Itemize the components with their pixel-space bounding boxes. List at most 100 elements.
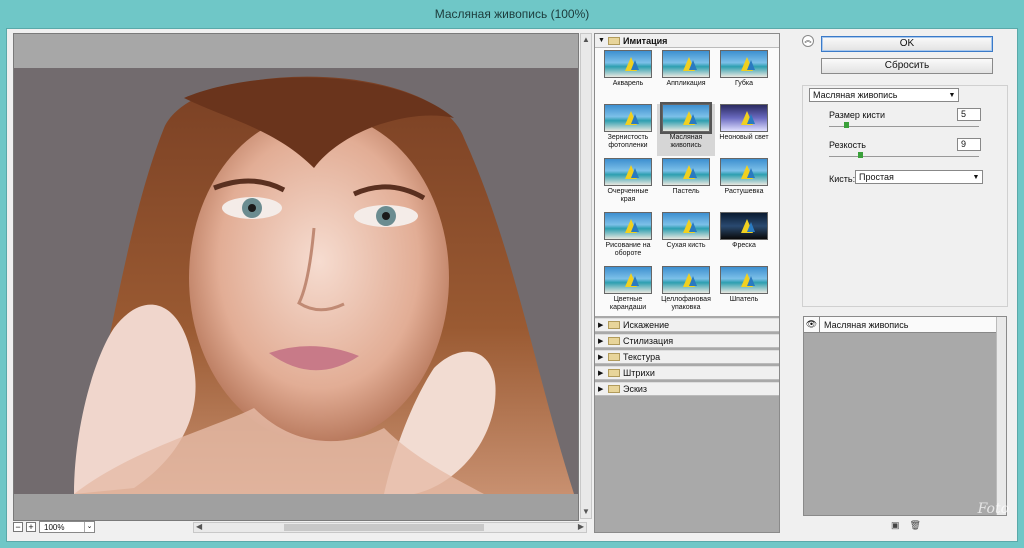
filter-select[interactable]: Масляная живопись ▼ xyxy=(809,88,959,102)
filter-thumbnail xyxy=(604,104,652,132)
preview-area[interactable] xyxy=(13,33,579,521)
collapsed-triangle-icon: ▶ xyxy=(598,338,604,345)
effect-layers-panel: 👁 Масляная живопись xyxy=(803,316,1007,516)
category-label: Стилизация xyxy=(623,336,674,346)
scroll-right-arrow-icon[interactable]: ▶ xyxy=(578,522,584,531)
sharpness-label: Резкость xyxy=(829,140,866,150)
filter-thumbnail xyxy=(720,212,768,240)
collapsed-triangle-icon: ▶ xyxy=(598,322,604,329)
folder-icon xyxy=(608,385,620,393)
filter-thumbnail xyxy=(604,266,652,294)
zoom-select[interactable]: 100% ⌄ xyxy=(39,521,95,533)
collapsed-triangle-icon: ▶ xyxy=(598,370,604,377)
preview-image xyxy=(14,68,578,494)
filter-applique[interactable]: Аппликация xyxy=(657,50,715,102)
filter-label: Пастель xyxy=(672,188,700,195)
scroll-up-arrow-icon[interactable]: ▲ xyxy=(581,34,591,46)
filter-label: Шпатель xyxy=(729,296,759,303)
filter-label: Фреска xyxy=(732,242,756,249)
filter-fresco[interactable]: Фреска xyxy=(715,212,773,264)
folder-icon xyxy=(608,337,620,345)
sharpness-slider[interactable] xyxy=(829,152,979,158)
filter-smudge[interactable]: Растушевка xyxy=(715,158,773,210)
folder-icon xyxy=(608,36,620,45)
filter-thumbnail xyxy=(662,212,710,240)
category-header-imitation[interactable]: ▼ Имитация xyxy=(595,34,779,48)
filter-pastel[interactable]: Пастель xyxy=(657,158,715,210)
double-chevron-up-icon: ︽ xyxy=(804,37,812,44)
expanded-triangle-icon: ▼ xyxy=(598,37,605,44)
category-brush-strokes[interactable]: ▶ Штрихи xyxy=(595,366,779,380)
preview-canvas-margin xyxy=(14,34,578,68)
filter-sponge[interactable]: Губка xyxy=(715,50,773,102)
slider-knob[interactable] xyxy=(843,122,849,128)
filter-plastic-wrap[interactable]: Целлофановая упаковка xyxy=(657,266,715,318)
filter-thumbnail xyxy=(604,212,652,240)
filter-thumbnail xyxy=(662,158,710,186)
filter-palette-knife[interactable]: Шпатель xyxy=(715,266,773,318)
zoom-value: 100% xyxy=(44,522,65,532)
category-stylize[interactable]: ▶ Стилизация xyxy=(595,334,779,348)
reset-button[interactable]: Сбросить xyxy=(821,58,993,74)
filter-colored-pencil[interactable]: Цветные карандаши xyxy=(599,266,657,318)
preview-horizontal-scrollbar[interactable]: ◀ ▶ xyxy=(193,522,587,533)
zoom-out-button[interactable]: − xyxy=(13,522,23,532)
new-layer-icon[interactable]: ▣ xyxy=(891,520,900,531)
filter-poster-edges[interactable]: Очерченные края xyxy=(599,158,657,210)
scroll-thumb[interactable] xyxy=(284,524,484,531)
filter-film-grain[interactable]: Зернистость фотопленки xyxy=(599,104,657,156)
folder-icon xyxy=(608,353,620,361)
collapse-gallery-button[interactable]: ︽ xyxy=(802,35,814,47)
filter-select-value: Масляная живопись xyxy=(813,90,898,100)
filter-thumbnail xyxy=(720,50,768,78)
filter-thumbnail xyxy=(720,158,768,186)
ok-button[interactable]: OK xyxy=(821,36,993,52)
filter-thumbnail xyxy=(662,50,710,78)
brush-type-select[interactable]: Простая ▼ xyxy=(855,170,983,184)
sharpness-input[interactable]: 9 xyxy=(957,138,981,151)
filter-label: Аппликация xyxy=(666,80,706,87)
brush-size-slider[interactable] xyxy=(829,122,979,128)
zoom-in-button[interactable]: + xyxy=(26,522,36,532)
filter-gallery-dialog: ▲ ▼ − + 100% ⌄ ◀ ▶ ▼ Имитация Акварель А… xyxy=(6,28,1018,542)
brush-type-value: Простая xyxy=(859,172,894,182)
category-sketch[interactable]: ▶ Эскиз xyxy=(595,382,779,396)
filter-underpainting[interactable]: Рисование на обороте xyxy=(599,212,657,264)
category-distort[interactable]: ▶ Искажение xyxy=(595,318,779,332)
portrait-drawing xyxy=(14,68,578,494)
filter-label: Неоновый свет xyxy=(719,134,769,141)
brush-size-label: Размер кисти xyxy=(829,110,886,120)
chevron-down-icon: ▼ xyxy=(948,91,956,99)
effect-layer-row[interactable]: 👁 Масляная живопись xyxy=(804,316,1006,333)
category-label: Текстура xyxy=(623,352,661,362)
eye-icon[interactable]: 👁 xyxy=(804,316,820,333)
filter-watercolor[interactable]: Акварель xyxy=(599,50,657,102)
category-label: Имитация xyxy=(623,35,668,46)
category-texture[interactable]: ▶ Текстура xyxy=(595,350,779,364)
filter-label: Рисование на обороте xyxy=(605,242,651,257)
folder-icon xyxy=(608,321,620,329)
filter-thumbnail xyxy=(720,104,768,132)
brush-size-input[interactable]: 5 xyxy=(957,108,981,121)
effect-layer-label: Масляная живопись xyxy=(824,319,909,330)
filter-thumbnail xyxy=(660,102,712,134)
filter-dry-brush[interactable]: Сухая кисть xyxy=(657,212,715,264)
layer-tools: ▣ 🗑 xyxy=(891,520,921,531)
category-label: Искажение xyxy=(623,320,670,330)
filter-oil-painting[interactable]: Масляная живопись xyxy=(657,102,715,156)
filter-label: Масляная живопись xyxy=(669,134,703,149)
filter-label: Акварель xyxy=(612,80,644,87)
window-title: Масляная живопись (100%) xyxy=(434,7,590,21)
chevron-down-icon[interactable]: ⌄ xyxy=(84,522,94,532)
watermark-logo: Foto xyxy=(977,501,1009,517)
layers-scrollbar[interactable] xyxy=(996,317,1006,515)
filter-neon-glow[interactable]: Неоновый свет xyxy=(715,104,773,156)
scroll-left-arrow-icon[interactable]: ◀ xyxy=(196,522,202,531)
slider-knob[interactable] xyxy=(858,152,863,158)
filter-label: Очерченные края xyxy=(607,188,649,203)
preview-vertical-scrollbar[interactable]: ▲ ▼ xyxy=(580,33,592,519)
filter-label: Сухая кисть xyxy=(666,242,706,249)
filter-label: Растушевка xyxy=(724,188,764,195)
scroll-down-arrow-icon[interactable]: ▼ xyxy=(581,506,591,518)
trash-icon[interactable]: 🗑 xyxy=(910,520,921,531)
